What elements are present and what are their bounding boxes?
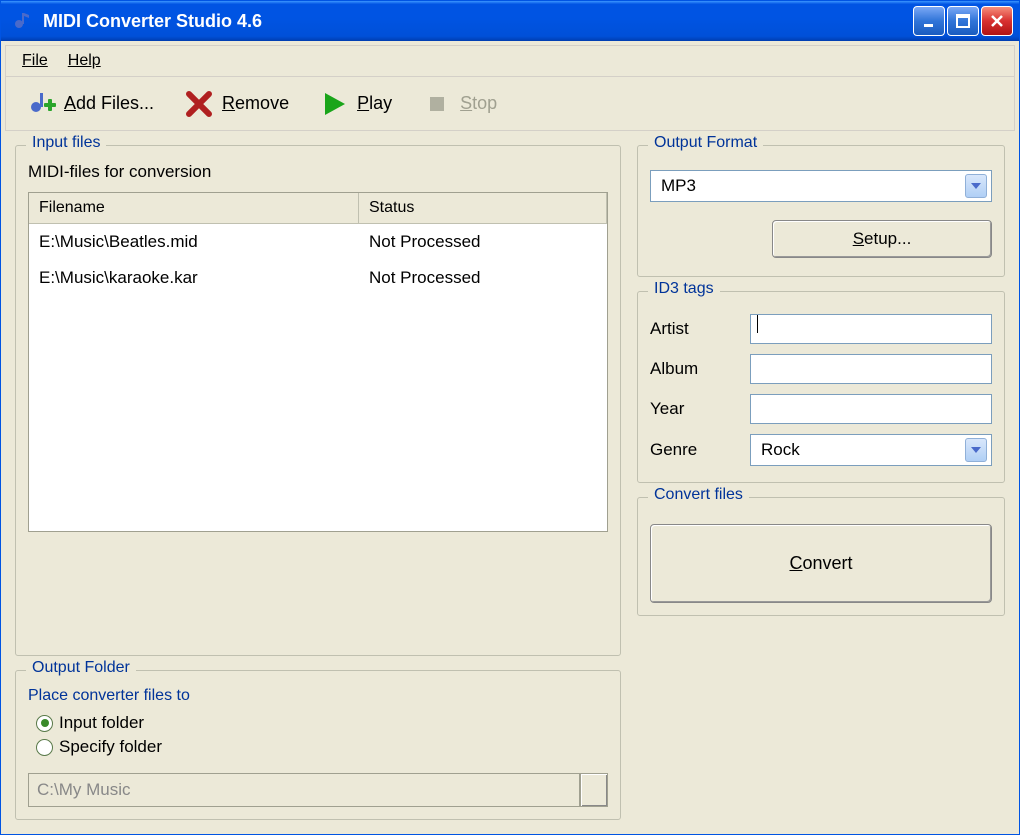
radio-input-folder[interactable]: Input folder [28, 711, 608, 735]
add-files-icon [26, 89, 56, 119]
cell-status: Not Processed [359, 266, 607, 290]
file-list[interactable]: Filename Status E:\Music\Beatles.mid Not… [28, 192, 608, 532]
album-label: Album [650, 359, 750, 379]
output-path-input: C:\My Music [28, 773, 580, 807]
input-files-subtitle: MIDI-files for conversion [28, 162, 608, 182]
menubar: File Help [5, 45, 1015, 77]
output-format-title: Output Format [648, 134, 763, 152]
output-folder-subtitle: Place converter files to [28, 687, 608, 705]
album-input[interactable] [750, 354, 992, 384]
output-format-group: Output Format MP3 Setup... [637, 145, 1005, 277]
stop-icon [422, 89, 452, 119]
input-files-title: Input files [26, 134, 106, 152]
input-files-group: Input files MIDI-files for conversion Fi… [15, 145, 621, 656]
convert-files-group: Convert files Convert [637, 497, 1005, 616]
setup-button[interactable]: Setup... [772, 220, 992, 258]
radio-icon [36, 739, 53, 756]
cell-filename: E:\Music\Beatles.mid [29, 230, 359, 254]
table-row[interactable]: E:\Music\Beatles.mid Not Processed [29, 224, 607, 260]
id3-tags-title: ID3 tags [648, 280, 720, 298]
stop-button: Stop [410, 83, 509, 125]
convert-button[interactable]: Convert [650, 524, 992, 603]
col-status[interactable]: Status [359, 193, 607, 223]
chevron-down-icon [965, 174, 987, 198]
window-title: MIDI Converter Studio 4.6 [39, 11, 913, 32]
output-folder-title: Output Folder [26, 659, 136, 677]
maximize-button[interactable] [947, 6, 979, 36]
browse-button[interactable] [580, 773, 608, 807]
menu-file[interactable]: File [12, 48, 58, 74]
year-input[interactable] [750, 394, 992, 424]
artist-label: Artist [650, 319, 750, 339]
id3-tags-group: ID3 tags Artist Album Year Genre [637, 291, 1005, 483]
remove-button[interactable]: Remove [172, 83, 301, 125]
file-list-header: Filename Status [29, 193, 607, 224]
cell-filename: E:\Music\karaoke.kar [29, 266, 359, 290]
titlebar: MIDI Converter Studio 4.6 [1, 1, 1019, 41]
convert-files-title: Convert files [648, 486, 749, 504]
col-filename[interactable]: Filename [29, 193, 359, 223]
genre-label: Genre [650, 440, 750, 460]
play-button[interactable]: Play [307, 83, 404, 125]
genre-select[interactable]: Rock [750, 434, 992, 466]
menu-help[interactable]: Help [58, 48, 111, 74]
cell-status: Not Processed [359, 230, 607, 254]
remove-icon [184, 89, 214, 119]
radio-specify-folder[interactable]: Specify folder [28, 735, 608, 759]
add-files-button[interactable]: Add Files... [14, 83, 166, 125]
year-label: Year [650, 399, 750, 419]
genre-value: Rock [761, 440, 800, 460]
app-window: MIDI Converter Studio 4.6 File Help Add … [0, 0, 1020, 835]
format-select[interactable]: MP3 [650, 170, 992, 202]
radio-icon [36, 715, 53, 732]
minimize-button[interactable] [913, 6, 945, 36]
toolbar: Add Files... Remove Play Stop [5, 77, 1015, 131]
chevron-down-icon [965, 438, 987, 462]
output-folder-group: Output Folder Place converter files to I… [15, 670, 621, 820]
table-row[interactable]: E:\Music\karaoke.kar Not Processed [29, 260, 607, 296]
artist-input[interactable] [750, 314, 992, 344]
play-icon [319, 89, 349, 119]
close-button[interactable] [981, 6, 1013, 36]
format-value: MP3 [661, 176, 696, 196]
app-icon [11, 10, 33, 32]
